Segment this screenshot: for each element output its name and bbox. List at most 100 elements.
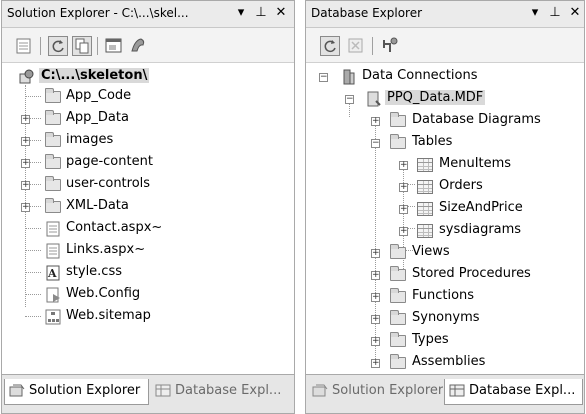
tree-item-database-diagrams[interactable]: + Database Diagrams [306,111,582,131]
refresh-icon [52,40,64,53]
tree-item-label: images [66,132,114,147]
folder-icon [45,198,61,213]
expand-icon[interactable]: + [371,271,380,280]
expand-icon[interactable]: + [21,159,30,168]
folder-icon [390,134,406,149]
solution-explorer-titlebar[interactable]: Solution Explorer - C:\...\skel... ▾ ⊥ ✕ [2,1,294,28]
collapse-icon[interactable]: − [371,139,380,148]
expand-icon[interactable]: + [371,293,380,302]
expand-icon[interactable]: + [399,161,408,170]
stop-refresh-button[interactable] [346,36,366,56]
table-icon [417,224,433,238]
tree-item-label: App_Code [66,88,132,103]
tree-item-user-controls[interactable]: + user-controls [2,175,292,195]
tree-item-types[interactable]: + Types [306,331,582,351]
auto-hide-pin-button[interactable]: ⊥ [546,4,564,22]
tree-item-tables[interactable]: − Tables [306,133,582,153]
project-root-label: C:\...\skeleton\ [39,68,150,83]
close-button[interactable]: ✕ [272,4,290,22]
show-all-files-button[interactable] [72,36,92,56]
tree-item-app-code[interactable]: App_Code [2,87,292,107]
expand-icon[interactable]: + [371,315,380,324]
solution-explorer-tab-strip: Solution Explorer Database Expl... [2,374,294,413]
nest-related-files-button[interactable] [129,36,149,56]
view-designer-icon [105,38,122,53]
tree-root-project[interactable]: C:\...\skeleton\ [2,67,292,87]
tree-item-images[interactable]: + images [2,131,292,151]
expand-icon[interactable]: + [399,205,408,214]
folder-icon [45,132,61,147]
tab-label: Solution Explorer [332,383,443,398]
close-button[interactable]: ✕ [566,4,584,22]
tree-item-label: page-content [66,154,153,169]
tree-item-functions[interactable]: + Functions [306,287,582,307]
tree-item-web-config[interactable]: Web.Config [2,285,292,305]
web-project-icon [19,69,34,84]
tab-database-explorer[interactable]: Database Expl... [151,379,292,405]
connect-database-icon [383,37,398,52]
expand-icon[interactable]: + [371,337,380,346]
table-icon [417,202,433,216]
expand-icon[interactable]: + [371,117,380,126]
tree-item-links-aspx[interactable]: Links.aspx~ [2,241,292,261]
expand-icon[interactable]: + [21,203,30,212]
tree-item-label: Links.aspx~ [66,242,146,257]
tree-item-database-connection[interactable]: − PPQ_Data.MDF [306,89,582,109]
folder-icon [390,354,406,369]
tree-item-label: Assemblies [412,354,486,369]
nest-related-files-icon [131,38,145,52]
view-designer-button[interactable] [104,36,124,56]
aspx-file-icon [46,221,60,237]
expand-icon[interactable]: + [399,227,408,236]
tree-item-table-menuitems[interactable]: + MenuItems [306,155,582,175]
stop-icon [348,38,363,53]
tree-item-style-css[interactable]: A style.css [2,263,292,283]
window-position-dropdown-button[interactable]: ▾ [526,4,544,22]
tree-item-synonyms[interactable]: + Synonyms [306,309,582,329]
collapse-icon[interactable]: − [319,73,328,82]
folder-icon [390,112,406,127]
tree-item-page-content[interactable]: + page-content [2,153,292,173]
refresh-button[interactable] [48,36,68,56]
tree-item-contact-aspx[interactable]: Contact.aspx~ [2,219,292,239]
special-folder-icon [45,88,61,103]
toolbar-separator [97,37,98,55]
tab-database-explorer[interactable]: Database Expl... [444,379,583,405]
tab-solution-explorer[interactable]: Solution Explorer [4,379,149,405]
tree-item-assemblies[interactable]: + Assemblies [306,353,582,373]
expand-icon[interactable]: + [21,115,30,124]
tree-item-table-sizeandprice[interactable]: + SizeAndPrice [306,199,582,219]
tree-item-label: user-controls [66,176,151,191]
refresh-button[interactable] [320,36,340,56]
auto-hide-pin-button[interactable]: ⊥ [252,4,270,22]
database-explorer-titlebar[interactable]: Database Explorer ▾ ⊥ ✕ [306,1,584,28]
database-file-icon [367,91,381,107]
table-icon [417,158,433,172]
expand-icon[interactable]: + [21,181,30,190]
tree-item-xml-data[interactable]: + XML-Data [2,197,292,217]
expand-icon[interactable]: + [21,137,30,146]
properties-icon [16,38,31,54]
tab-label: Database Expl... [469,383,576,398]
solution-explorer-title: Solution Explorer - C:\...\skel... [7,6,189,20]
tree-item-label: XML-Data [66,198,129,213]
expand-icon[interactable]: + [371,359,380,368]
tree-item-table-orders[interactable]: + Orders [306,177,582,197]
connect-to-database-button[interactable] [380,36,400,56]
folder-icon [390,310,406,325]
window-position-dropdown-button[interactable]: ▾ [232,4,250,22]
tree-item-table-sysdiagrams[interactable]: + sysdiagrams [306,221,582,241]
tree-item-web-sitemap[interactable]: Web.sitemap [2,307,292,327]
expand-icon[interactable]: + [399,183,408,192]
properties-button[interactable] [14,36,34,56]
tree-item-label: Web.sitemap [66,308,151,323]
expand-icon[interactable]: + [371,249,380,258]
collapse-icon[interactable]: − [345,95,354,104]
tree-item-data-connections[interactable]: − Data Connections [306,67,582,87]
solution-file-tree: C:\...\skeleton\ App_Code + App_Data + i… [2,63,294,375]
tree-item-views[interactable]: + Views [306,243,582,263]
tree-item-stored-procedures[interactable]: + Stored Procedures [306,265,582,285]
tree-item-app-data[interactable]: + App_Data [2,109,292,129]
css-file-icon: A [46,265,60,281]
tab-solution-explorer[interactable]: Solution Explorer [308,379,443,405]
